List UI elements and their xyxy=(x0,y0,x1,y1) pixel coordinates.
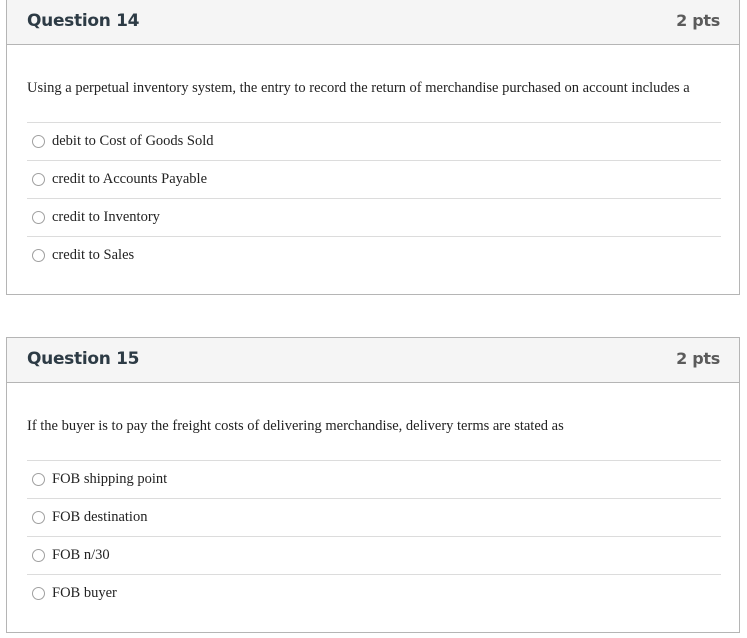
answer-label: FOB destination xyxy=(52,509,148,525)
radio-button[interactable] xyxy=(32,473,45,486)
answer-option[interactable]: FOB buyer xyxy=(27,574,721,612)
question-header: Question 14 2 pts xyxy=(7,0,739,45)
answer-option[interactable]: debit to Cost of Goods Sold xyxy=(27,122,721,160)
radio-button[interactable] xyxy=(32,135,45,148)
answer-list: FOB shipping point FOB destination FOB n… xyxy=(27,460,721,612)
question-title: Question 15 xyxy=(27,349,140,369)
radio-button[interactable] xyxy=(32,211,45,224)
answer-label: credit to Inventory xyxy=(52,209,160,225)
question-points: 2 pts xyxy=(676,11,720,30)
radio-button[interactable] xyxy=(32,249,45,262)
radio-button[interactable] xyxy=(32,587,45,600)
question-card-14: Question 14 2 pts Using a perpetual inve… xyxy=(6,0,740,295)
answer-label: credit to Accounts Payable xyxy=(52,171,208,187)
answer-list: debit to Cost of Goods Sold credit to Ac… xyxy=(27,122,721,274)
answer-option[interactable]: credit to Inventory xyxy=(27,198,721,236)
answer-option[interactable]: credit to Accounts Payable xyxy=(27,160,721,198)
answer-option[interactable]: FOB shipping point xyxy=(27,460,721,498)
question-card-15: Question 15 2 pts If the buyer is to pay… xyxy=(6,337,740,633)
radio-button[interactable] xyxy=(32,173,45,186)
answer-option[interactable]: FOB destination xyxy=(27,498,721,536)
radio-button[interactable] xyxy=(32,511,45,524)
question-points: 2 pts xyxy=(676,349,720,368)
answer-label: FOB buyer xyxy=(52,585,117,601)
answer-label: FOB n/30 xyxy=(52,547,110,563)
answer-option[interactable]: credit to Sales xyxy=(27,236,721,274)
question-header: Question 15 2 pts xyxy=(7,338,739,383)
answer-label: debit to Cost of Goods Sold xyxy=(52,133,214,149)
answer-label: credit to Sales xyxy=(52,247,135,263)
question-text: Using a perpetual inventory system, the … xyxy=(27,80,690,96)
question-text: If the buyer is to pay the freight costs… xyxy=(27,418,564,434)
answer-option[interactable]: FOB n/30 xyxy=(27,536,721,574)
radio-button[interactable] xyxy=(32,549,45,562)
question-title: Question 14 xyxy=(27,11,140,31)
answer-label: FOB shipping point xyxy=(52,471,168,487)
